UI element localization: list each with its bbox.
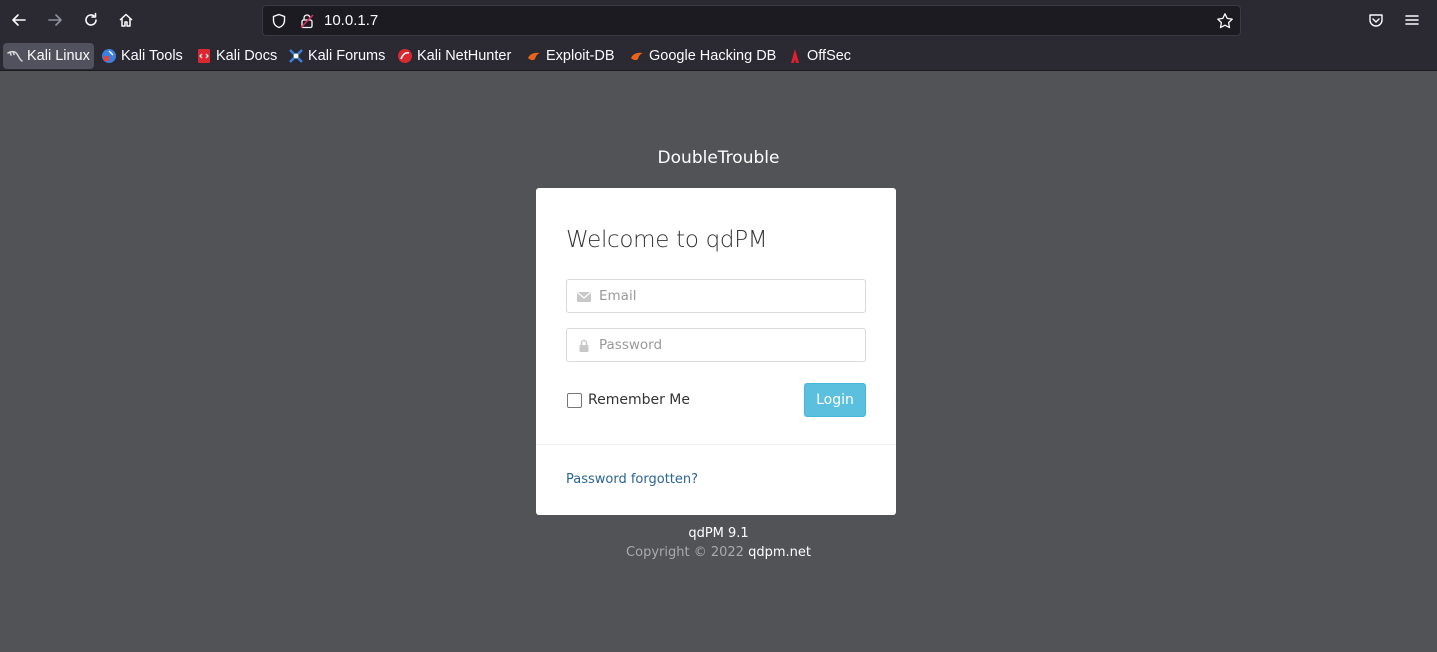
reload-button[interactable] — [77, 6, 105, 34]
bookmarks-toolbar: Kali Linux Kali Tools Kali Docs Kali For… — [0, 40, 1437, 71]
exploit-db-icon — [526, 48, 542, 64]
login-button[interactable]: Login — [804, 383, 866, 417]
kali-tools-icon — [101, 48, 117, 64]
kali-dragon-icon — [7, 48, 23, 64]
insecure-lock-icon[interactable] — [299, 13, 315, 29]
card-divider — [536, 444, 896, 445]
envelope-icon — [576, 289, 592, 305]
bookmark-kali-forums[interactable]: Kali Forums — [284, 43, 389, 69]
login-card: Welcome to qdPM Remember Me Login Passwo… — [536, 188, 896, 515]
home-icon — [119, 13, 133, 27]
bookmark-offsec[interactable]: OffSec — [783, 43, 855, 69]
kali-forums-icon — [288, 48, 304, 64]
bookmark-kali-tools[interactable]: Kali Tools — [97, 43, 187, 69]
password-input[interactable] — [599, 329, 859, 361]
copyright: Copyright © 2022 qdpm.net — [0, 545, 1437, 560]
bookmark-google-hacking-db[interactable]: Google Hacking DB — [625, 43, 780, 69]
email-field[interactable] — [566, 279, 866, 313]
bookmark-kali-linux[interactable]: Kali Linux — [3, 43, 94, 69]
hamburger-menu-icon — [1405, 15, 1419, 25]
bookmark-exploit-db[interactable]: Exploit-DB — [522, 43, 619, 69]
address-bar[interactable]: 10.0.1.7 — [262, 5, 1241, 36]
padlock-icon — [576, 338, 592, 354]
url-text[interactable]: 10.0.1.7 — [324, 12, 378, 29]
ghdb-icon — [629, 48, 645, 64]
pocket-button[interactable] — [1366, 10, 1386, 30]
remember-me-checkbox[interactable] — [567, 392, 582, 408]
tracking-shield-icon[interactable] — [271, 13, 287, 29]
reload-icon — [85, 12, 97, 26]
home-button[interactable] — [112, 6, 140, 34]
nethunter-icon — [397, 48, 413, 64]
login-heading: Welcome to qdPM — [566, 227, 768, 253]
back-arrow-icon — [12, 14, 26, 26]
password-forgotten-link[interactable]: Password forgotten? — [566, 472, 698, 487]
bookmark-kali-nethunter[interactable]: Kali NetHunter — [393, 43, 515, 69]
email-input[interactable] — [599, 280, 859, 312]
offsec-icon — [787, 48, 803, 64]
menu-button[interactable] — [1402, 10, 1422, 30]
password-field[interactable] — [566, 328, 866, 362]
remember-me-label[interactable]: Remember Me — [588, 392, 690, 408]
browser-toolbar: 10.0.1.7 — [0, 0, 1437, 40]
site-brand: DoubleTrouble — [657, 148, 780, 168]
back-button[interactable] — [5, 6, 33, 34]
forward-button[interactable] — [41, 6, 69, 34]
kali-docs-icon — [196, 48, 212, 64]
remember-me[interactable]: Remember Me — [567, 392, 690, 408]
qdpm-site-link[interactable]: qdpm.net — [748, 545, 811, 560]
forward-arrow-icon — [48, 14, 62, 26]
bookmark-star-icon[interactable] — [1216, 12, 1234, 30]
bookmark-kali-docs[interactable]: Kali Docs — [192, 43, 281, 69]
app-version: qdPM 9.1 — [688, 526, 749, 541]
pocket-icon — [1369, 14, 1383, 27]
copyright-text: Copyright © 2022 — [626, 545, 744, 560]
